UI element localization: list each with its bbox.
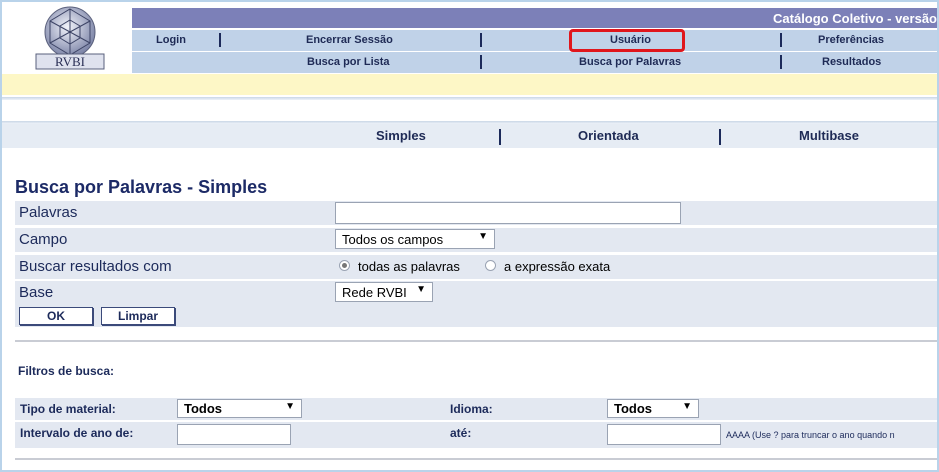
filters-title: Filtros de busca: (18, 364, 115, 378)
search-type-tabs: Simples Orientada Multibase (2, 124, 937, 148)
nav-resultados[interactable]: Resultados (822, 56, 881, 68)
radio-expressao-exata[interactable] (485, 260, 496, 271)
radio-todas-palavras-label: todas as palavras (358, 259, 460, 274)
buscar-label: Buscar resultados com (19, 258, 172, 275)
logo-text: RVBI (55, 54, 85, 69)
separator (219, 33, 221, 47)
radio-expressao-exata-label: a expressão exata (504, 259, 611, 274)
header: RVBI Catálogo Coletivo - versão Login En… (2, 2, 937, 74)
bottom-divider (15, 458, 937, 460)
ano-format-hint: AAAA (Use ? para truncar o ano quando n (726, 430, 895, 440)
dropdown-arrow-icon: ▼ (478, 231, 488, 242)
intervalo-ano-label: Intervalo de ano de: (20, 426, 134, 440)
catalog-title: Catálogo Coletivo - versão (773, 11, 937, 26)
page-title: Busca por Palavras - Simples (15, 177, 268, 197)
separator (480, 55, 482, 69)
ano-ate-input[interactable] (607, 424, 721, 445)
nav-preferencias[interactable]: Preferências (818, 34, 884, 46)
section-divider (15, 340, 937, 342)
campo-row: Campo Todos os campos ▼ (15, 228, 937, 252)
tipo-material-label: Tipo de material: (20, 402, 116, 416)
separator (480, 33, 482, 47)
dropdown-arrow-icon: ▼ (682, 401, 692, 412)
base-select[interactable]: Rede RVBI ▼ (335, 282, 433, 302)
nav-busca-por-palavras[interactable]: Busca por Palavras (579, 56, 681, 68)
radio-todas-palavras[interactable] (339, 260, 350, 271)
buttons-row: OK Limpar (15, 305, 937, 327)
ate-label: até: (450, 426, 472, 440)
palavras-label: Palavras (19, 204, 78, 221)
tab-orientada[interactable]: Orientada (578, 128, 639, 143)
campo-select[interactable]: Todos os campos ▼ (335, 229, 495, 249)
separator (719, 129, 721, 145)
separator (780, 33, 782, 47)
message-bar (2, 74, 937, 95)
rvbi-logo: RVBI (14, 5, 126, 71)
palavras-row: Palavras (15, 201, 937, 225)
ano-de-input[interactable] (177, 424, 291, 445)
dropdown-arrow-icon: ▼ (416, 284, 426, 295)
nav-row-1: Login Encerrar Sessão Usuário Preferênci… (132, 30, 937, 51)
dropdown-arrow-icon: ▼ (285, 401, 295, 412)
base-label: Base (19, 284, 54, 301)
catalog-title-bar: Catálogo Coletivo - versão (132, 8, 937, 28)
tipo-material-value: Todos (184, 401, 223, 416)
nav-encerrar-sessao[interactable]: Encerrar Sessão (306, 34, 393, 46)
separator (780, 55, 782, 69)
idioma-select[interactable]: Todos ▼ (607, 399, 699, 418)
base-row: Base Rede RVBI ▼ (15, 281, 937, 305)
palavras-input[interactable] (335, 202, 681, 224)
separator (499, 129, 501, 145)
filter-row-intervalo: Intervalo de ano de: até: AAAA (Use ? pa… (15, 422, 937, 448)
nav-row-2: Busca por Lista Busca por Palavras Resul… (132, 52, 937, 73)
tipo-material-select[interactable]: Todos ▼ (177, 399, 302, 418)
tab-multibase[interactable]: Multibase (799, 128, 859, 143)
tab-simples[interactable]: Simples (376, 128, 426, 143)
buscar-row: Buscar resultados com todas as palavras … (15, 255, 937, 279)
filter-row-tipo-idioma: Tipo de material: Todos ▼ Idioma: Todos … (15, 398, 937, 420)
usuario-highlight-box (569, 29, 685, 52)
campo-label: Campo (19, 231, 68, 248)
base-select-value: Rede RVBI (342, 285, 407, 300)
ok-button[interactable]: OK (19, 307, 93, 325)
nav-login[interactable]: Login (156, 34, 186, 46)
campo-select-value: Todos os campos (342, 232, 444, 247)
limpar-button[interactable]: Limpar (101, 307, 175, 325)
idioma-value: Todos (614, 401, 653, 416)
nav-busca-por-lista[interactable]: Busca por Lista (307, 56, 390, 68)
idioma-label: Idioma: (450, 402, 493, 416)
divider-line (2, 97, 937, 100)
window-frame: RVBI Catálogo Coletivo - versão Login En… (0, 0, 939, 472)
